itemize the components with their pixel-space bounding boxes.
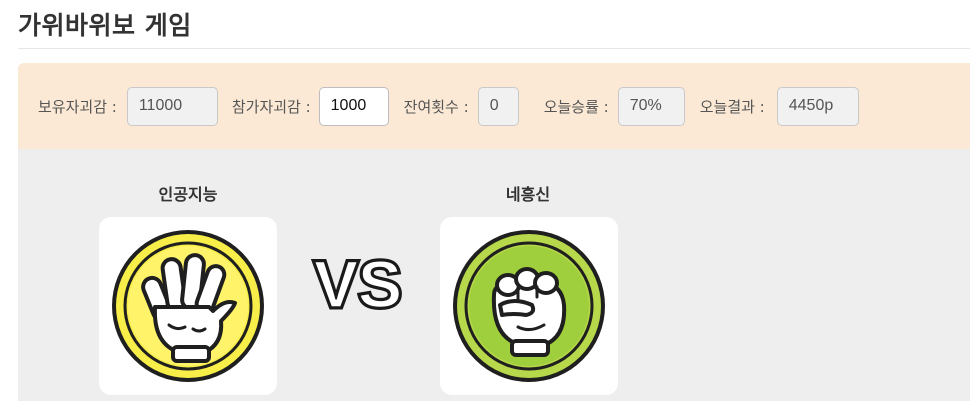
stats-bar: 보유자괴감 : 11000 참가자괴감 : 잔여횟수 : 0 오늘승률 : 70… [18,63,970,149]
vs-inner-lines: VS [314,247,402,315]
vs-icon: VS VS [312,245,405,324]
stat-owned: 보유자괴감 : 11000 [38,86,218,126]
paper-hand-icon [112,230,264,382]
stat-remaining: 잔여횟수 : 0 [403,86,519,126]
bet-label: 참가자괴감 : [231,97,311,116]
page-title: 가위바위보 게임 [18,11,192,40]
remaining-value-field: 0 [477,86,519,126]
ai-hand-card [99,217,277,395]
remaining-label: 잔여횟수 : [403,97,469,116]
owned-label: 보유자괴감 : [38,97,117,116]
rock-fist-icon [453,230,605,382]
title-divider [18,48,970,49]
stat-result: 오늘결과 : 4450p [699,86,859,126]
winrate-value-field: 70% [617,86,685,126]
bet-input[interactable] [318,86,389,126]
owned-value-field: 11000 [126,86,218,126]
game-area: 인공지능 VS VS 네흥신 [18,149,970,401]
stat-winrate: 오늘승률 : 70% [543,86,685,126]
versus-logo: VS VS [310,245,408,324]
winrate-label: 오늘승률 : [543,97,609,116]
user-player-name: 네흥신 [505,185,551,204]
result-value-field: 4450p [776,86,859,126]
result-label: 오늘결과 : [699,97,765,116]
stat-bet: 참가자괴감 : [231,86,389,126]
user-hand-card [440,217,618,395]
ai-player-name: 인공지능 [158,185,218,204]
